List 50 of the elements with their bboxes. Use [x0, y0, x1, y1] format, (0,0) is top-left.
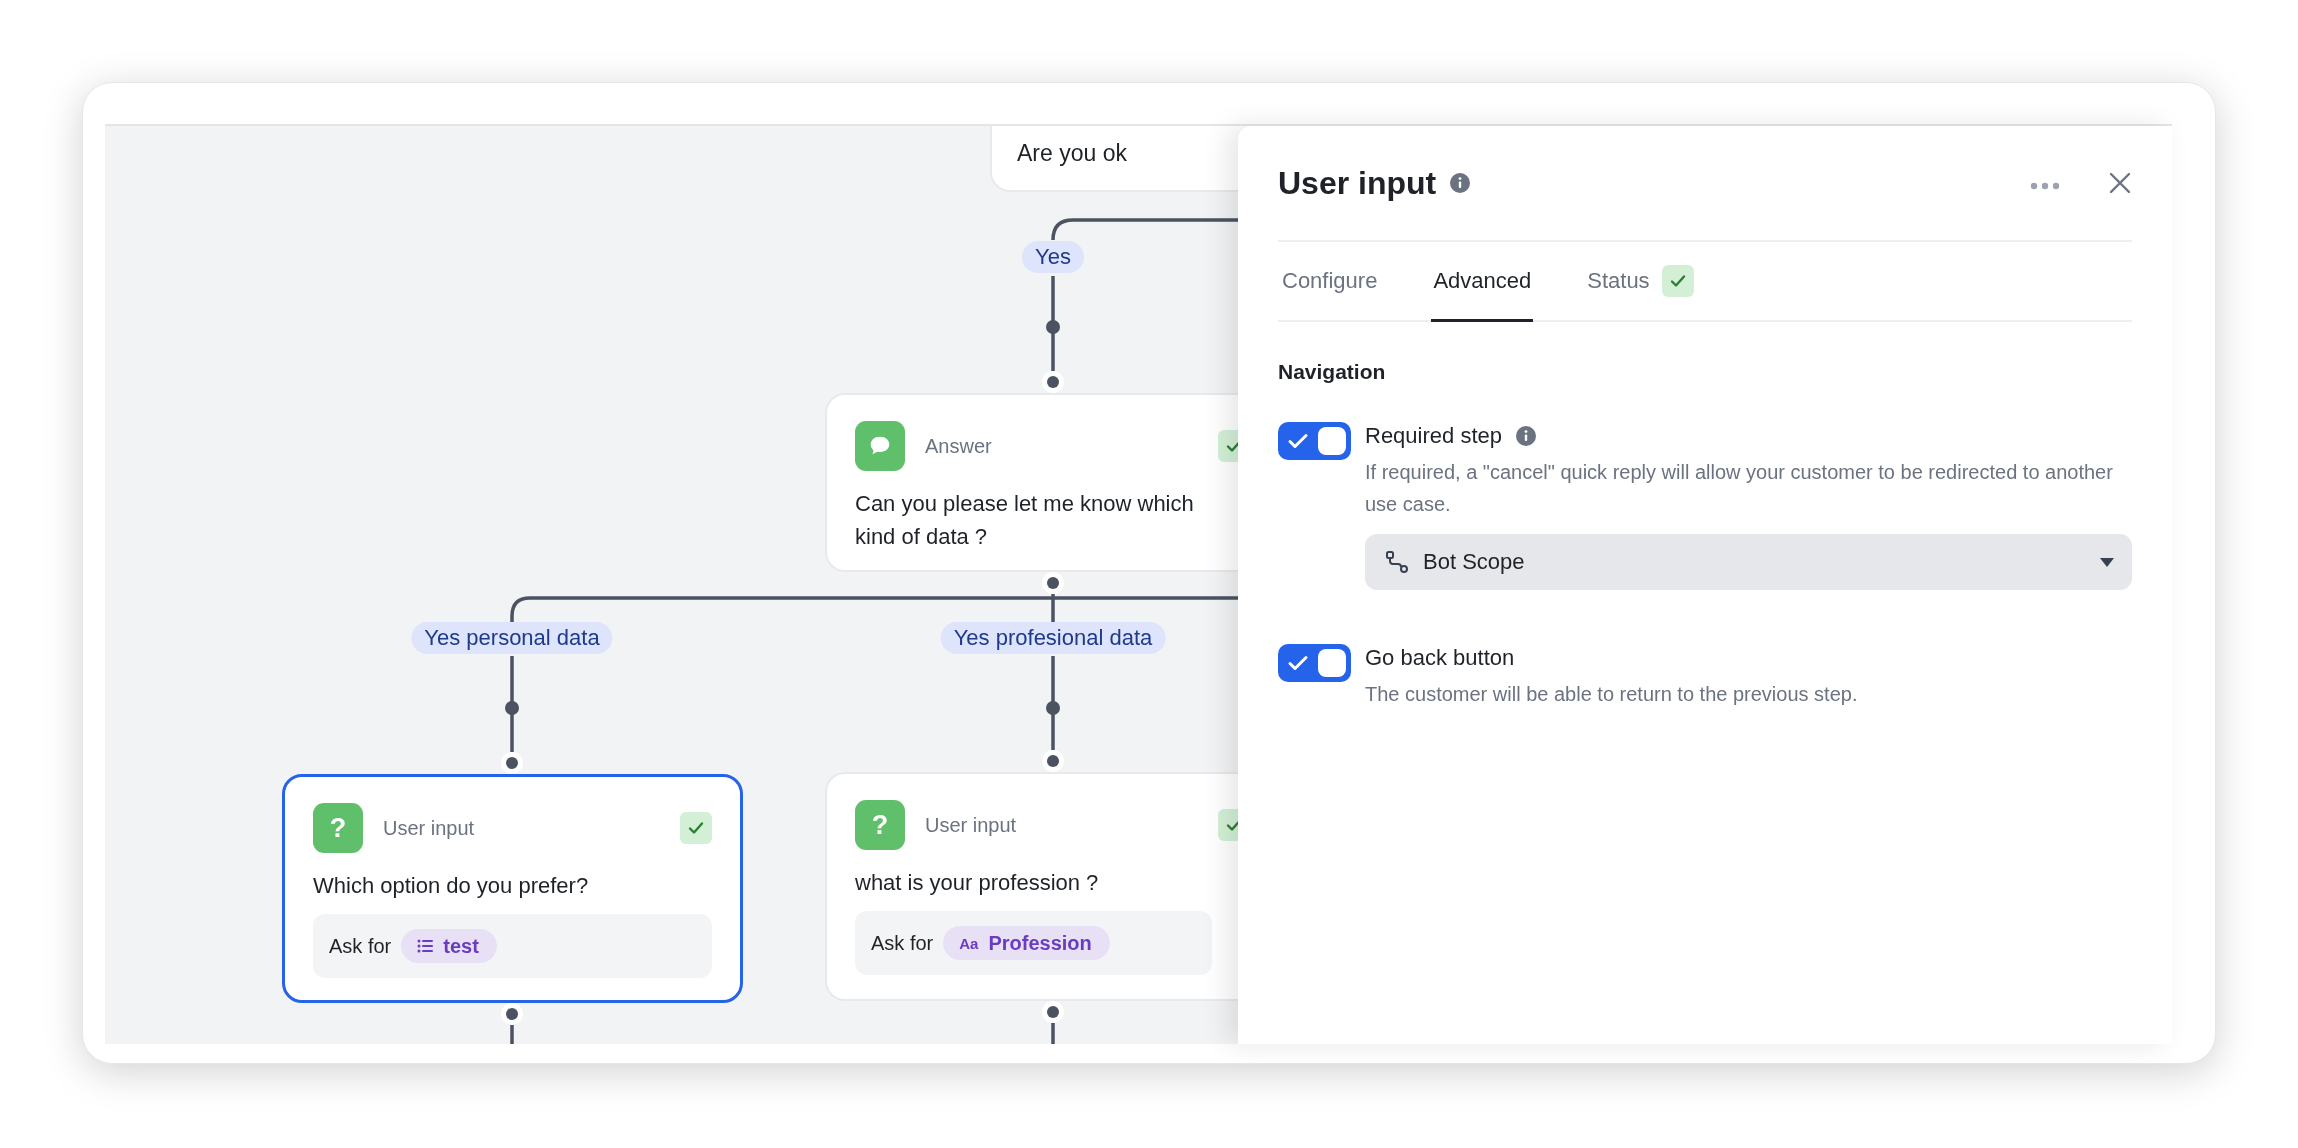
flow-node-card[interactable]: Are you ok [990, 126, 1238, 192]
node-type-label: Answer [925, 434, 992, 458]
variable-chip[interactable]: Aa Profession [943, 926, 1110, 960]
question-icon: ? [313, 803, 363, 853]
connector-port[interactable] [501, 1003, 523, 1025]
connector-port[interactable] [501, 752, 523, 774]
setting-description: The customer will be able to return to the previous step. [1365, 682, 1859, 707]
message-text: Are you ok [1017, 140, 1128, 167]
node-type-label: User input [925, 813, 1017, 837]
connector-dot [1046, 701, 1060, 715]
connector-port[interactable] [1042, 371, 1064, 393]
flow-node-card[interactable]: ? User input Which option do you prefer? Ask for test [282, 774, 743, 1003]
connector-dot [1046, 320, 1060, 334]
chat-bubble-icon [855, 421, 905, 471]
list-icon [417, 939, 434, 953]
connector-dot [505, 701, 519, 715]
toggle-switch[interactable] [1278, 644, 1351, 682]
branch-label: Yes profesional data [940, 622, 1166, 654]
connector-port[interactable] [1042, 750, 1064, 772]
connector-port[interactable] [1042, 1001, 1064, 1023]
connector-line [1051, 1023, 1055, 1044]
connector-port[interactable] [1042, 572, 1064, 594]
setting-label: Go back button [1365, 645, 1515, 671]
toggle-switch[interactable] [1278, 422, 1351, 460]
caret-icon [2100, 557, 2114, 567]
info-icon[interactable] [1516, 426, 1536, 446]
node-type-label: User input [383, 816, 475, 840]
branch-label: Yes personal data [411, 622, 613, 654]
node-message: Which option do you prefer? [313, 872, 590, 900]
section-heading: Navigation [1278, 360, 1387, 384]
node-message: what is your profession ? [855, 869, 1100, 897]
setting-description: If required, a "cancel" quick reply will allow your customer to be redirected to another use case. [1365, 460, 2114, 517]
flow-icon [1385, 550, 1409, 574]
panel-tab[interactable]: Advanced [1431, 242, 1534, 322]
setting-label: Required step [1365, 423, 1502, 449]
variable-chip[interactable]: test [401, 929, 497, 963]
info-icon[interactable] [1450, 173, 1471, 193]
scope-dropdown[interactable]: Bot Scope [1365, 534, 2132, 590]
flow-node-card[interactable]: Answer Can you please let me know which kind of data ? [825, 393, 1238, 572]
node-message: Can you please let me know which kind of data ? [855, 490, 1195, 551]
question-icon: ? [855, 800, 905, 850]
connector-line [510, 1025, 514, 1044]
panel-tab[interactable]: Status [1585, 242, 1696, 322]
panel-title: User input [1278, 164, 1437, 202]
ask-for-label: Ask for [871, 931, 934, 955]
panel-tab[interactable]: Configure [1280, 242, 1380, 322]
ask-for-label: Ask for [329, 934, 392, 958]
branch-label: Yes [1022, 241, 1084, 273]
flow-node-card[interactable]: ? User input what is your profession ? Ask for Aa Profession [825, 772, 1238, 1001]
close-button[interactable] [2108, 171, 2132, 195]
